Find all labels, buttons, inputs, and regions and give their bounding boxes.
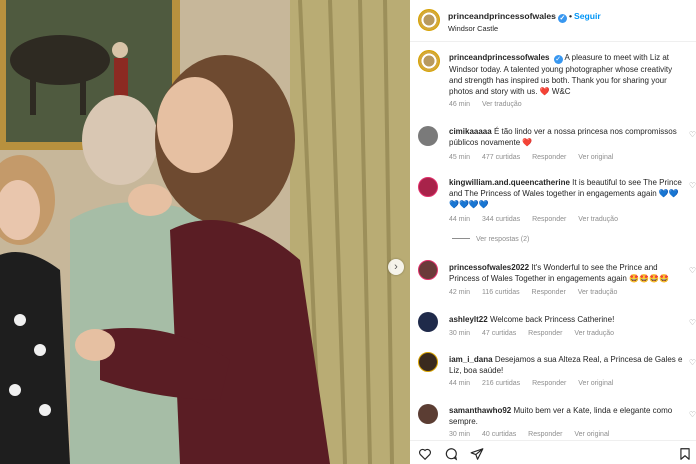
- comment-text: princessofwales2022 It's Wonderful to se…: [449, 262, 685, 284]
- header-username-row: princeandprincessofwales ✓ • Seguir: [448, 11, 601, 23]
- photo-illustration: [0, 0, 410, 464]
- comment-meta: 45 min 477 curtidas Responder Ver origin…: [449, 154, 623, 161]
- comment-username[interactable]: ashleylt22: [449, 315, 488, 324]
- heart-icon[interactable]: ♡: [689, 358, 696, 367]
- share-icon[interactable]: [470, 447, 484, 461]
- comment-likes[interactable]: 477 curtidas: [482, 154, 520, 161]
- follow-button[interactable]: Seguir: [574, 11, 601, 21]
- caption-username[interactable]: princeandprincessofwales: [449, 53, 549, 62]
- comment-icon[interactable]: [444, 447, 458, 461]
- heart-icon[interactable]: ♡: [689, 410, 696, 419]
- comment-avatar[interactable]: [418, 177, 438, 197]
- comment-meta: 44 min 216 curtidas Responder Ver origin…: [449, 380, 623, 387]
- comment-meta: 30 min 47 curtidas Responder Ver traduçã…: [449, 330, 624, 337]
- heart-icon[interactable]: ♡: [689, 266, 696, 275]
- comment-action-link[interactable]: Ver original: [578, 380, 613, 387]
- post-sidebar: princeandprincessofwales ✓ • Seguir Windsor…: [410, 0, 696, 464]
- caption-text: princeandprincessofwales ✓ A pleasure to…: [449, 52, 685, 97]
- comment-reply-link[interactable]: Responder: [532, 380, 566, 387]
- verified-icon: ✓: [553, 55, 563, 64]
- heart-icon[interactable]: ♡: [689, 181, 696, 190]
- verified-icon: ✓: [557, 14, 567, 23]
- comment-time: 30 min: [449, 431, 471, 438]
- comment-likes[interactable]: 47 curtidas: [482, 330, 516, 337]
- view-replies-link[interactable]: Ver respostas (2): [452, 236, 529, 243]
- replies-divider: [452, 238, 470, 239]
- comment-likes[interactable]: 344 curtidas: [482, 216, 520, 223]
- comment-action-link[interactable]: Ver tradução: [578, 216, 618, 223]
- save-icon[interactable]: [678, 447, 692, 461]
- comment-action-link[interactable]: Ver tradução: [574, 330, 614, 337]
- comment-reply-link[interactable]: Responder: [532, 216, 566, 223]
- comment-action-link[interactable]: Ver original: [574, 431, 609, 438]
- comment-likes[interactable]: 116 curtidas: [482, 289, 520, 296]
- comment-reply-link[interactable]: Responder: [532, 154, 566, 161]
- post-header: princeandprincessofwales ✓ • Seguir Windsor…: [410, 0, 696, 42]
- comment-meta: 44 min 344 curtidas Responder Ver traduç…: [449, 216, 628, 223]
- comment-avatar[interactable]: [418, 352, 438, 372]
- heart-icon[interactable]: [418, 447, 432, 461]
- separator-dot: •: [568, 11, 572, 21]
- comment-action-link[interactable]: Ver original: [578, 154, 613, 161]
- comment-avatar[interactable]: [418, 312, 438, 332]
- comment-time: 42 min: [449, 289, 471, 296]
- caption-avatar[interactable]: [418, 50, 440, 72]
- comment-text: cimikaaaaa É tão lindo ver a nossa princ…: [449, 126, 685, 148]
- carousel-next-icon[interactable]: ›: [388, 259, 404, 275]
- comment-reply-link[interactable]: Responder: [528, 330, 562, 337]
- heart-icon[interactable]: ♡: [689, 130, 696, 139]
- comment-action-link[interactable]: Ver tradução: [578, 289, 618, 296]
- comment-reply-link[interactable]: Responder: [528, 431, 562, 438]
- comment-username[interactable]: kingwilliam.and.queencatherine: [449, 178, 570, 187]
- comment-text: ashleylt22 Welcome back Princess Catheri…: [449, 314, 685, 325]
- caption-meta: 46 min Ver tradução: [449, 101, 532, 108]
- comment-text: samanthawho92 Muito bem ver a Kate, lind…: [449, 405, 685, 427]
- caption-translate-link[interactable]: Ver tradução: [482, 101, 522, 108]
- comment-avatar[interactable]: [418, 126, 438, 146]
- comment-username[interactable]: cimikaaaaa: [449, 127, 492, 136]
- comment-username[interactable]: iam_i_dana: [449, 355, 493, 364]
- action-bar: [410, 440, 696, 464]
- comment-text: iam_i_dana Desejamos a sua Alteza Real, …: [449, 354, 685, 376]
- comment-reply-link[interactable]: Responder: [532, 289, 566, 296]
- comment-meta: 42 min 116 curtidas Responder Ver traduç…: [449, 289, 627, 296]
- comment-likes[interactable]: 40 curtidas: [482, 431, 516, 438]
- comment-time: 30 min: [449, 330, 471, 337]
- location-link[interactable]: Windsor Castle: [448, 24, 498, 33]
- comment-meta: 30 min 40 curtidas Responder Ver origina…: [449, 431, 619, 438]
- comment-username[interactable]: samanthawho92: [449, 406, 511, 415]
- caption-time: 46 min: [449, 101, 471, 108]
- post-photo[interactable]: ›: [0, 0, 410, 464]
- comment-likes[interactable]: 216 curtidas: [482, 380, 520, 387]
- comment-avatar[interactable]: [418, 404, 438, 424]
- view-replies-label[interactable]: Ver respostas (2): [476, 236, 529, 243]
- comment-time: 45 min: [449, 154, 471, 161]
- profile-avatar[interactable]: [418, 9, 440, 31]
- comment-time: 44 min: [449, 380, 471, 387]
- comment-avatar[interactable]: [418, 260, 438, 280]
- comment-username[interactable]: princessofwales2022: [449, 263, 529, 272]
- heart-icon[interactable]: ♡: [689, 318, 696, 327]
- comment-time: 44 min: [449, 216, 471, 223]
- header-username[interactable]: princeandprincessofwales: [448, 11, 556, 21]
- comment-body: Welcome back Princess Catherine!: [489, 315, 615, 324]
- comment-text: kingwilliam.and.queencatherine It is bea…: [449, 177, 685, 210]
